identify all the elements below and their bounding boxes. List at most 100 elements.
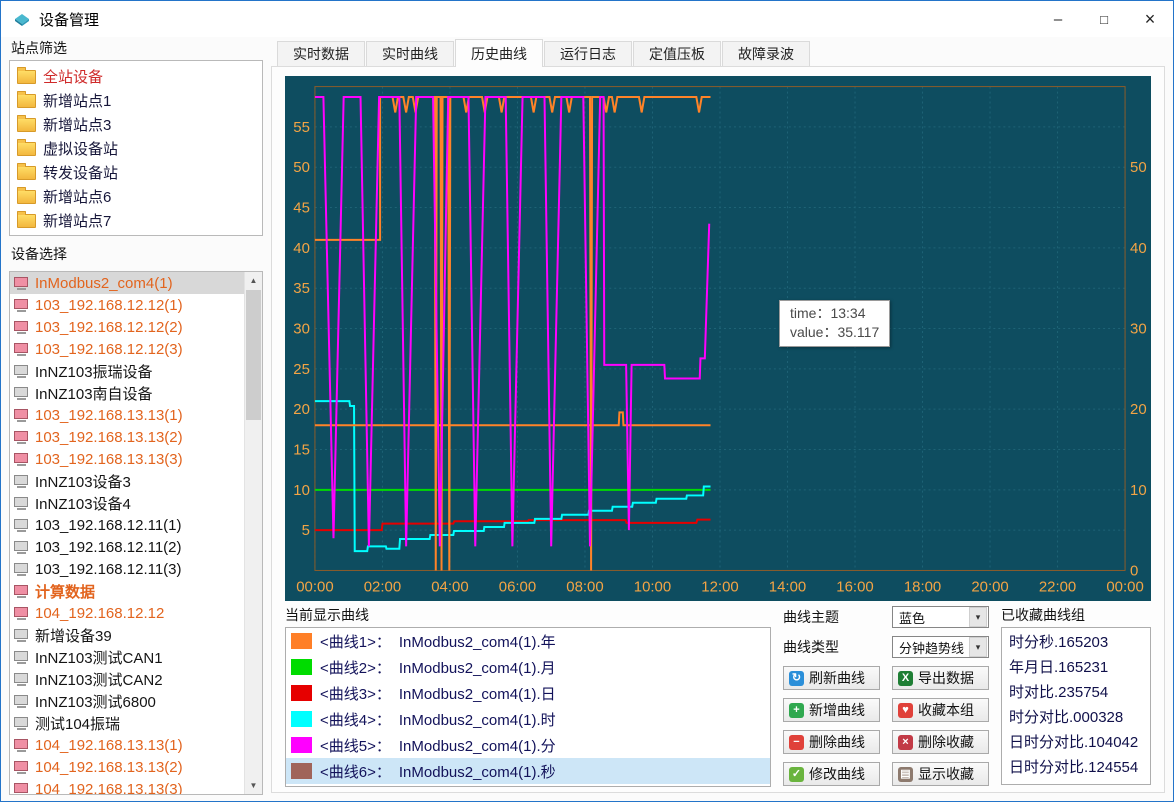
site-item-label: 转发设备站	[43, 162, 118, 183]
chart-canvas[interactable]: 00:0002:0004:0006:0008:0010:0012:0014:00…	[285, 76, 1151, 601]
modify-curve-button[interactable]: ✓修改曲线	[783, 762, 880, 786]
curve-list-item[interactable]: <曲线6>：InModbus2_com4(1).秒	[286, 758, 770, 784]
device-item[interactable]: InModbus2_com4(1)	[10, 272, 245, 294]
favorite-group-item[interactable]: 年月日.165231	[1002, 655, 1150, 680]
maximize-button[interactable]: □	[1081, 1, 1127, 37]
device-item-label: InModbus2_com4(1)	[35, 275, 173, 292]
favorite-group-item[interactable]: 日时分对比.104042	[1002, 730, 1150, 755]
monitor-icon	[14, 453, 29, 466]
tab-实时数据[interactable]: 实时数据	[277, 41, 365, 66]
device-item[interactable]: InNZ103测试CAN1	[10, 646, 245, 668]
y-axis-left-tick-label: 40	[293, 240, 310, 257]
add-curve-button[interactable]: + 新增曲线	[783, 698, 880, 722]
device-item[interactable]: 103_192.168.13.13(1)	[10, 404, 245, 426]
site-item[interactable]: 虚拟设备站	[10, 136, 262, 160]
delete-curve-button[interactable]: −删除曲线	[783, 730, 880, 754]
scrollbar-thumb[interactable]	[246, 290, 261, 420]
device-item[interactable]: 103_192.168.13.13(3)	[10, 448, 245, 470]
refresh-curve-icon: ↻	[789, 671, 804, 686]
monitor-icon	[14, 739, 29, 752]
device-item[interactable]: InNZ103设备3	[10, 470, 245, 492]
device-manager-window: { "window": { "title": "设备管理", "controls…	[0, 0, 1174, 802]
show-favorite-button[interactable]: ▤显示收藏	[892, 762, 989, 786]
device-item[interactable]: 104_192.168.12.12	[10, 602, 245, 624]
site-item[interactable]: 新增站点7	[10, 208, 262, 232]
curve-list-item[interactable]: <曲线2>：InModbus2_com4(1).月	[286, 654, 770, 680]
curve-list-item[interactable]: <曲线5>：InModbus2_com4(1).分	[286, 732, 770, 758]
curve-controls-column: 曲线主题 蓝色 ▾ 曲线类型 分钟趋势线 ▾ ↻刷新曲线X导出数据+新增曲线♥收…	[783, 606, 989, 787]
tab-实时曲线[interactable]: 实时曲线	[366, 41, 454, 66]
x-axis-tick-label: 16:00	[836, 578, 873, 595]
curve-color-swatch	[291, 737, 312, 753]
export-data-button[interactable]: X导出数据	[892, 666, 989, 690]
button-label: 新增曲线	[809, 700, 865, 720]
device-item[interactable]: 103_192.168.12.11(2)	[10, 536, 245, 558]
curve-name-label: InModbus2_com4(1).月	[399, 657, 556, 678]
device-item-label: InNZ103设备3	[35, 471, 131, 492]
scroll-up-icon[interactable]: ▲	[245, 272, 262, 289]
curve-name-label: InModbus2_com4(1).时	[399, 709, 556, 730]
device-item[interactable]: InNZ103测试CAN2	[10, 668, 245, 690]
site-item-label: 新增站点7	[43, 210, 111, 231]
close-button[interactable]: ×	[1127, 1, 1173, 37]
device-item[interactable]: 103_192.168.13.13(2)	[10, 426, 245, 448]
device-item[interactable]: 103_192.168.12.11(3)	[10, 558, 245, 580]
device-item[interactable]: 新增设备39	[10, 624, 245, 646]
tab-定值压板[interactable]: 定值压板	[633, 41, 721, 66]
button-label: 修改曲线	[809, 764, 865, 784]
history-chart[interactable]: 00:0002:0004:0006:0008:0010:0012:0014:00…	[285, 76, 1151, 601]
device-item[interactable]: 103_192.168.12.12(3)	[10, 338, 245, 360]
device-item[interactable]: 103_192.168.12.12(2)	[10, 316, 245, 338]
device-list-scrollbar[interactable]: ▲ ▼	[244, 272, 262, 794]
minimize-button[interactable]: –	[1035, 1, 1081, 37]
monitor-icon	[14, 629, 29, 642]
curve-type-select[interactable]: 分钟趋势线 ▾	[892, 636, 989, 658]
tab-历史曲线[interactable]: 历史曲线	[455, 39, 543, 67]
monitor-icon	[14, 409, 29, 422]
scroll-down-icon[interactable]: ▼	[245, 777, 262, 794]
device-item[interactable]: 103_192.168.12.12(1)	[10, 294, 245, 316]
device-item-label: 104_192.168.13.13(1)	[35, 737, 183, 754]
device-item[interactable]: InNZ103振瑞设备	[10, 360, 245, 382]
favorite-group-item[interactable]: 时分秒.165203	[1002, 630, 1150, 655]
device-item[interactable]: InNZ103设备4	[10, 492, 245, 514]
curve-number-label: <曲线1>：	[320, 631, 391, 652]
site-item[interactable]: 转发设备站	[10, 160, 262, 184]
x-axis-tick-label: 08:00	[566, 578, 603, 595]
site-item[interactable]: 新增站点3	[10, 112, 262, 136]
device-item-label: 103_192.168.12.11(2)	[35, 539, 182, 556]
favorite-group-button[interactable]: ♥收藏本组	[892, 698, 989, 722]
device-item[interactable]: 计算数据	[10, 580, 245, 602]
delete-favorite-button[interactable]: ×删除收藏	[892, 730, 989, 754]
site-item[interactable]: 新增站点1	[10, 88, 262, 112]
y-axis-left-tick-label: 10	[293, 482, 310, 499]
y-axis-left-tick-label: 50	[293, 159, 310, 176]
device-item[interactable]: 测试104振瑞	[10, 712, 245, 734]
device-item[interactable]: 104_192.168.13.13(1)	[10, 734, 245, 756]
tab-运行日志[interactable]: 运行日志	[544, 41, 632, 66]
curve-list-item[interactable]: <曲线1>：InModbus2_com4(1).年	[286, 628, 770, 654]
refresh-curve-button[interactable]: ↻刷新曲线	[783, 666, 880, 690]
device-item-label: 103_192.168.13.13(2)	[35, 429, 183, 446]
monitor-icon	[14, 299, 29, 312]
tooltip-time: time：13:34	[790, 304, 879, 323]
device-item[interactable]: 103_192.168.12.11(1)	[10, 514, 245, 536]
curve-list-item[interactable]: <曲线3>：InModbus2_com4(1).日	[286, 680, 770, 706]
device-item[interactable]: InNZ103南自设备	[10, 382, 245, 404]
window-controls: – □ ×	[1035, 1, 1173, 37]
favorite-group-item[interactable]: 时分对比.000328	[1002, 705, 1150, 730]
device-item[interactable]: 104_192.168.13.13(3)	[10, 778, 245, 794]
curve-list-item[interactable]: <曲线4>：InModbus2_com4(1).时	[286, 706, 770, 732]
site-item[interactable]: 新增站点6	[10, 184, 262, 208]
add-curve-icon: +	[789, 703, 804, 718]
favorite-group-item[interactable]: 日时分对比.124554	[1002, 755, 1150, 780]
site-item[interactable]: 全站设备	[10, 64, 262, 88]
favorite-group-item[interactable]: 时对比.235754	[1002, 680, 1150, 705]
y-axis-right-tick-label: 10	[1130, 482, 1147, 499]
tab-故障录波[interactable]: 故障录波	[722, 41, 810, 66]
dropdown-arrow-icon[interactable]: ▾	[969, 637, 987, 657]
dropdown-arrow-icon[interactable]: ▾	[969, 607, 987, 627]
curve-theme-select[interactable]: 蓝色 ▾	[892, 606, 989, 628]
device-item[interactable]: 104_192.168.13.13(2)	[10, 756, 245, 778]
device-item[interactable]: InNZ103测试6800	[10, 690, 245, 712]
